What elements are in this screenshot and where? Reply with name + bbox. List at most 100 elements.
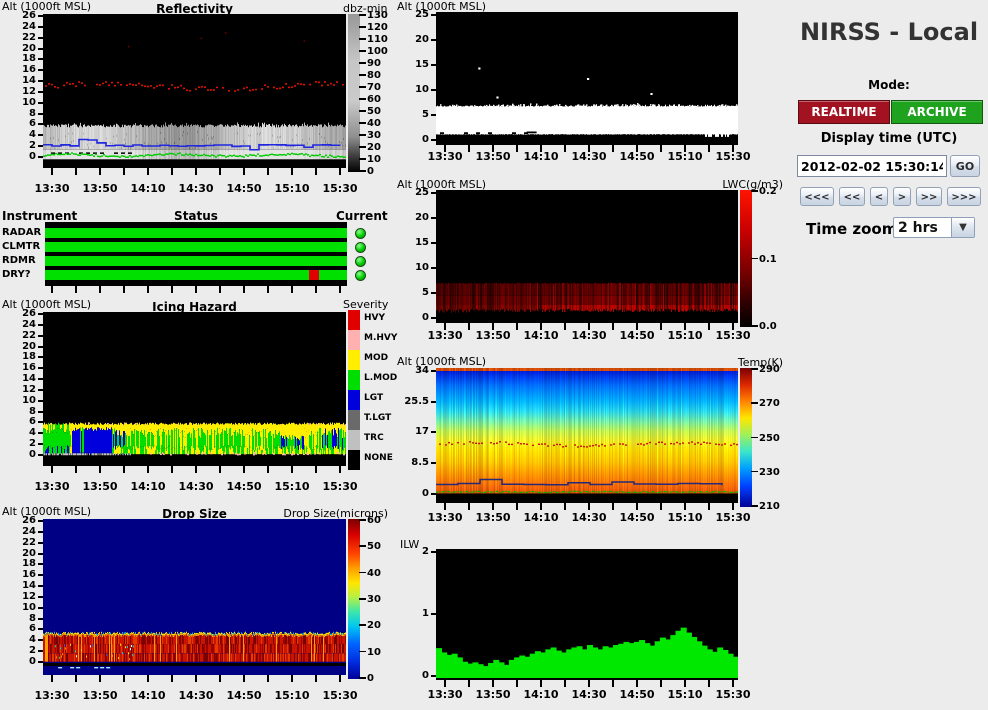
status-axis-tick xyxy=(147,286,149,293)
colorbar-tick xyxy=(359,86,366,88)
nav-forward-button[interactable]: >> xyxy=(916,187,942,206)
x-axis-tick-label: 14:10 xyxy=(127,689,169,702)
current-header: Current xyxy=(336,209,388,223)
y-axis-tick xyxy=(38,443,43,445)
y-axis-tick-label: 17 xyxy=(403,426,429,437)
x-axis-tick xyxy=(612,503,614,510)
nav-fast-forward-button[interactable]: >>> xyxy=(947,187,981,206)
y-axis-tick-label: 20 xyxy=(10,548,36,559)
colorbar-tick-label: 0 xyxy=(367,166,374,177)
severity-label: T.LGT xyxy=(364,413,391,423)
x-axis-tick-label: 14:10 xyxy=(127,480,169,493)
x-axis-tick xyxy=(708,323,710,330)
y-axis-tick xyxy=(38,650,43,652)
y-axis-tick xyxy=(38,367,43,369)
time-zoom-select[interactable]: 2 hrs ▼ xyxy=(893,217,975,238)
y-axis-tick-label: 4 xyxy=(10,427,36,438)
colorbar-tick xyxy=(751,190,758,192)
realtime-button[interactable]: REALTIME xyxy=(798,100,890,124)
go-button[interactable]: GO xyxy=(950,155,980,177)
y-axis-tick-label: 2 xyxy=(403,546,429,557)
x-axis-tick-label: 13:50 xyxy=(79,480,121,493)
colorbar-tick xyxy=(751,471,758,473)
x-axis-tick xyxy=(99,675,101,682)
y-axis-tick-label: 18 xyxy=(10,53,36,64)
y-axis-tick-label: 0 xyxy=(10,151,36,162)
y-axis-tick-label: 2 xyxy=(10,140,36,151)
y-axis-tick xyxy=(431,14,436,16)
nav-step-forward-button[interactable]: > xyxy=(893,187,911,206)
x-axis-tick xyxy=(171,675,173,682)
y-axis-tick-label: 24 xyxy=(10,319,36,330)
x-axis-tick xyxy=(636,680,638,687)
x-axis-tick-label: 14:50 xyxy=(616,150,658,163)
y-axis-tick xyxy=(431,292,436,294)
y-axis-tick-label: 14 xyxy=(10,75,36,86)
nav-step-back-button[interactable]: < xyxy=(870,187,888,206)
colorbar-tick-label: 20 xyxy=(367,142,381,153)
y-axis-tick-label: 12 xyxy=(10,86,36,97)
x-axis-tick xyxy=(243,675,245,682)
severity-label: HVY xyxy=(364,313,385,323)
colorbar-tick-label: 80 xyxy=(367,70,381,81)
archive-button[interactable]: ARCHIVE xyxy=(891,100,983,124)
x-axis-tick xyxy=(267,168,269,175)
y-axis-tick-label: 22 xyxy=(10,330,36,341)
y-axis-tick-label: 15 xyxy=(403,237,429,248)
x-axis-tick xyxy=(708,145,710,152)
status-axis-tick xyxy=(267,286,269,293)
colorbar-tick-label: 120 xyxy=(367,22,388,33)
instrument-label: RADAR xyxy=(2,227,41,238)
x-axis-tick-label: 14:10 xyxy=(520,150,562,163)
lwc-plot-canvas xyxy=(436,190,738,323)
colorbar-tick xyxy=(359,170,366,172)
y-axis-tick xyxy=(431,401,436,403)
y-axis-tick-label: 10 xyxy=(10,602,36,613)
y-axis-tick xyxy=(431,217,436,219)
y-axis-tick-label: 16 xyxy=(10,362,36,373)
instrument-label: DRY? xyxy=(2,269,31,280)
y-axis-tick xyxy=(431,551,436,553)
chevron-down-icon[interactable]: ▼ xyxy=(951,218,974,237)
x-axis-tick-label: 14:30 xyxy=(175,689,217,702)
colorbar-tick-label: 0.0 xyxy=(759,321,777,332)
y-axis-tick-label: 20 xyxy=(403,34,429,45)
nav-fast-back-button[interactable]: <<< xyxy=(800,187,834,206)
x-axis-tick xyxy=(123,466,125,473)
y-axis-tick-label: 6 xyxy=(10,416,36,427)
colorbar-tick-label: 110 xyxy=(367,34,388,45)
y-axis-tick xyxy=(38,113,43,115)
y-axis-tick xyxy=(431,462,436,464)
status-axis-tick xyxy=(51,286,53,293)
reflectivity-chart: Alt (1000ft MSL)Reflectivity262422201816… xyxy=(0,0,392,205)
y-axis-tick-label: 4 xyxy=(10,129,36,140)
y-axis-tick-label: 26 xyxy=(10,10,36,21)
x-axis-tick xyxy=(684,503,686,510)
x-axis-tick-label: 14:50 xyxy=(616,329,658,342)
x-axis-tick xyxy=(468,145,470,152)
x-axis-tick-label: 14:10 xyxy=(520,688,562,701)
status-bar-segment xyxy=(45,228,347,238)
y-axis-tick xyxy=(38,123,43,125)
x-axis-tick xyxy=(540,680,542,687)
display-time-input[interactable] xyxy=(797,155,947,177)
x-axis-tick xyxy=(291,466,293,473)
ilw-chart: ILW21013:3013:5014:1014:3014:5015:1015:3… xyxy=(395,538,787,710)
status-axis-tick xyxy=(315,286,317,293)
severity-segment xyxy=(348,390,360,410)
colorbar-tick xyxy=(359,62,366,64)
y-axis-tick xyxy=(38,574,43,576)
colorbar-tick xyxy=(359,14,366,16)
current-status-led xyxy=(355,242,366,253)
colorbar-tick xyxy=(359,651,366,653)
colorbar-tick xyxy=(359,624,366,626)
nav-back-button[interactable]: << xyxy=(839,187,865,206)
x-axis-tick xyxy=(51,466,53,473)
y-axis-tick xyxy=(431,39,436,41)
x-axis-tick-label: 15:10 xyxy=(271,182,313,195)
colorbar-tick-label: 90 xyxy=(367,58,381,69)
y-axis-tick xyxy=(38,596,43,598)
y-axis-tick xyxy=(431,317,436,319)
x-axis-tick xyxy=(75,466,77,473)
colorbar-tick-label: 290 xyxy=(759,364,780,375)
